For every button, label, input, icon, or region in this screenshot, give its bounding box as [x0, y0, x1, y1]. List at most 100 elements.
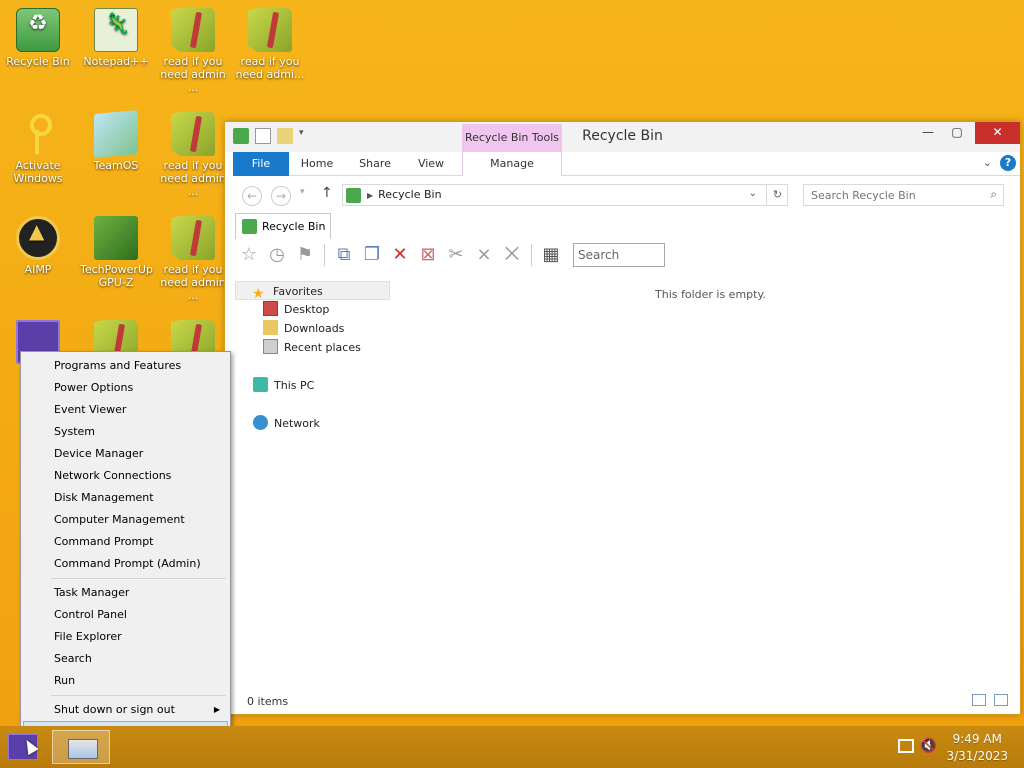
nav-item-label: Recent places [284, 341, 361, 354]
menu-item-run[interactable]: Run [23, 670, 228, 692]
desktop-icon-gpuz[interactable]: TechPowerUp GPU-Z [80, 216, 153, 289]
submenu-arrow-icon: ▶ [213, 705, 220, 714]
menu-item-command-prompt[interactable]: Command Prompt [23, 531, 228, 553]
delete-all-icon[interactable]: ⊠ [416, 243, 440, 267]
nav-item-desktop[interactable]: Desktop [235, 300, 329, 319]
title-bar[interactable]: ▾ Recycle Bin Tools Recycle Bin — ▢ ✕ [225, 122, 1020, 152]
tab-manage[interactable]: Manage [462, 152, 562, 176]
menu-item-disk-management[interactable]: Disk Management [23, 487, 228, 509]
network-icon[interactable] [898, 739, 914, 753]
menu-item-network-connections[interactable]: Network Connections [23, 465, 228, 487]
toolbar-divider [324, 244, 325, 266]
menu-item-event-viewer[interactable]: Event Viewer [23, 399, 228, 421]
delete-icon[interactable]: ✕ [388, 243, 412, 267]
view-options-icon[interactable]: ▦ [539, 243, 563, 267]
notepadpp-icon [94, 8, 138, 52]
menu-item-system[interactable]: System [23, 421, 228, 443]
nav-item-this-pc[interactable]: This PC [235, 376, 314, 395]
breadcrumb-separator-icon: ▶ [367, 191, 374, 200]
recycle-bin-small-icon [346, 188, 361, 203]
address-row: ← → ▾ ↑ ▶ Recycle Bin ⌄ ↻ ⌕ [225, 177, 1020, 213]
menu-item-search[interactable]: Search [23, 648, 228, 670]
desktop-icon-teamos[interactable]: TeamOS [80, 110, 152, 172]
menu-item-computer-management[interactable]: Computer Management [23, 509, 228, 531]
menu-item-command-prompt-admin[interactable]: Command Prompt (Admin) [23, 553, 228, 575]
gpuz-icon [94, 216, 138, 260]
back-button[interactable]: ← [242, 186, 262, 206]
search-box[interactable]: ⌕ [803, 184, 1004, 206]
teamos-icon [94, 110, 138, 158]
chevron-down-icon[interactable]: ⌄ [983, 156, 992, 169]
volume-muted-icon[interactable]: 🔇 [920, 738, 937, 754]
recent-places-icon [263, 339, 278, 354]
tab-view[interactable]: View [411, 152, 451, 176]
clock[interactable]: 9:49 AM 3/31/2023 [946, 731, 1008, 765]
windows-flag-icon[interactable]: ⚑ [293, 243, 317, 267]
view-switcher [972, 694, 1008, 706]
nav-item-label: Network [274, 417, 320, 430]
network-globe-icon [253, 415, 268, 430]
copy-icon[interactable]: ❐ [360, 243, 384, 267]
toolbar-divider [531, 244, 532, 266]
erase-icon[interactable]: ⨉ [500, 243, 524, 267]
address-dropdown-icon[interactable]: ⌄ [749, 188, 757, 199]
large-icons-view-icon[interactable] [994, 694, 1008, 706]
tab-home[interactable]: Home [295, 152, 339, 176]
maximize-button[interactable]: ▢ [943, 122, 971, 144]
menu-item-file-explorer[interactable]: File Explorer [23, 626, 228, 648]
nav-item-network[interactable]: Network [235, 414, 320, 433]
menu-item-control-panel[interactable]: Control Panel [23, 604, 228, 626]
folder-icon [171, 8, 215, 52]
help-icon[interactable]: ? [1000, 155, 1016, 171]
up-button[interactable]: ↑ [321, 185, 333, 201]
cut-icon[interactable]: ✂ [444, 243, 468, 267]
desktop-icon-readme-3[interactable]: read if you need admin ... [157, 112, 229, 198]
search-icon[interactable]: ⌕ [990, 187, 997, 202]
nav-item-recent-places[interactable]: Recent places [235, 338, 361, 357]
folder-icon [248, 8, 292, 52]
breadcrumb[interactable]: ▶ Recycle Bin [367, 188, 442, 201]
desktop-icon-readme-2[interactable]: read if you need admi... [234, 8, 306, 81]
ribbon-tabs: File Home Share View Manage ⌄ ? [233, 152, 1020, 176]
minimize-button[interactable]: — [914, 122, 942, 144]
desktop-icon-label: read if you need admin ... [160, 159, 226, 198]
menu-item-task-manager[interactable]: Task Manager [23, 582, 228, 604]
desktop-icon-recycle-bin[interactable]: Recycle Bin [2, 8, 74, 68]
key-icon [16, 112, 60, 156]
menu-separator [51, 695, 226, 696]
desktop-icon-label: Notepad++ [83, 55, 149, 68]
clear-icon[interactable]: ⨯ [472, 243, 496, 267]
refresh-button[interactable]: ↻ [766, 184, 788, 206]
desktop-icon-aimp[interactable]: AIMP [2, 216, 74, 276]
nav-item-favorites[interactable]: ★ Favorites [235, 281, 390, 301]
folder-icon [171, 216, 215, 260]
restore-icon[interactable]: ⧉ [332, 243, 356, 267]
desktop-icon-label: TechPowerUp GPU-Z [80, 263, 153, 289]
nav-item-label: Favorites [273, 285, 323, 298]
history-icon[interactable]: ◷ [265, 243, 289, 267]
taskbar-file-explorer-button[interactable] [52, 730, 110, 764]
search-input[interactable] [804, 185, 974, 205]
forward-button[interactable]: → [271, 186, 291, 206]
menu-item-device-manager[interactable]: Device Manager [23, 443, 228, 465]
nav-item-downloads[interactable]: Downloads [235, 319, 344, 338]
tab-file[interactable]: File [233, 152, 289, 176]
folder-tab[interactable]: Recycle Bin [235, 213, 331, 239]
desktop-icon-readme-4[interactable]: read if you need admin ... [157, 216, 229, 302]
details-view-icon[interactable] [972, 694, 986, 706]
desktop-icon-readme-1[interactable]: read if you need admin ... [157, 8, 229, 94]
nav-item-label: This PC [274, 379, 315, 392]
favorite-star-icon[interactable]: ☆ [237, 243, 261, 267]
desktop-icon-activate-windows[interactable]: Activate Windows [2, 112, 74, 185]
address-bar[interactable]: ▶ Recycle Bin ⌄ [342, 184, 788, 206]
tab-share[interactable]: Share [353, 152, 397, 176]
recent-locations-dropdown[interactable]: ▾ [300, 187, 305, 197]
menu-item-shut-down[interactable]: Shut down or sign out ▶ [23, 699, 228, 721]
desktop-icon-notepadpp[interactable]: Notepad++ [80, 8, 152, 68]
explorer-window: ▾ Recycle Bin Tools Recycle Bin — ▢ ✕ Fi… [224, 121, 1021, 715]
menu-item-power-options[interactable]: Power Options [23, 377, 228, 399]
toolbar-search-field[interactable]: Search [573, 243, 665, 267]
close-button[interactable]: ✕ [975, 122, 1020, 144]
menu-item-programs-features[interactable]: Programs and Features [23, 355, 228, 377]
taskbar: 🔇 9:49 AM 3/31/2023 [0, 726, 1024, 768]
